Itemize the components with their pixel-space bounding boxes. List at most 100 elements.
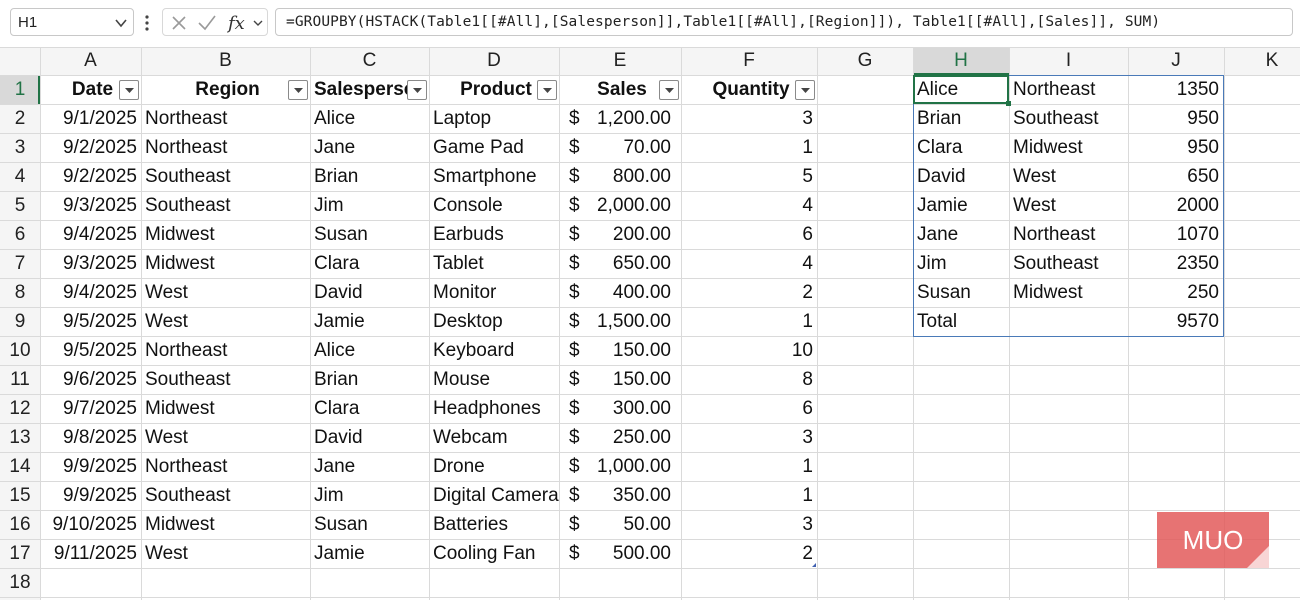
salesperson-cell[interactable]: David xyxy=(310,278,429,307)
sales-cell[interactable]: 500.00 xyxy=(559,539,681,568)
row-header-16[interactable]: 16 xyxy=(0,510,40,539)
date-cell[interactable]: 9/5/2025 xyxy=(40,307,141,336)
product-cell[interactable]: Drone xyxy=(429,452,561,481)
row-header-18[interactable]: 18 xyxy=(0,568,40,597)
row-header-12[interactable]: 12 xyxy=(0,394,40,423)
salesperson-cell[interactable]: Alice xyxy=(310,104,429,133)
salesperson-cell[interactable]: Alice xyxy=(310,336,429,365)
product-cell[interactable]: Earbuds xyxy=(429,220,561,249)
result-salesperson-cell[interactable]: Jane xyxy=(913,220,1009,249)
date-cell[interactable]: 9/2/2025 xyxy=(40,133,141,162)
row-header-17[interactable]: 17 xyxy=(0,539,40,568)
salesperson-cell[interactable]: Jane xyxy=(310,133,429,162)
row-header-15[interactable]: 15 xyxy=(0,481,40,510)
date-cell[interactable]: 9/4/2025 xyxy=(40,220,141,249)
date-cell[interactable]: 9/3/2025 xyxy=(40,249,141,278)
result-region-cell[interactable] xyxy=(1009,307,1128,336)
row-header-14[interactable]: 14 xyxy=(0,452,40,481)
date-cell[interactable]: 9/7/2025 xyxy=(40,394,141,423)
region-cell[interactable]: Northeast xyxy=(141,104,310,133)
result-salesperson-cell[interactable]: Total xyxy=(913,307,1009,336)
date-cell[interactable]: 9/2/2025 xyxy=(40,162,141,191)
quantity-cell[interactable]: 3 xyxy=(681,104,817,133)
result-sum-cell[interactable]: 950 xyxy=(1128,104,1224,133)
date-cell[interactable]: 9/9/2025 xyxy=(40,452,141,481)
quantity-cell[interactable]: 1 xyxy=(681,307,817,336)
result-region-cell[interactable]: Northeast xyxy=(1009,75,1128,104)
quantity-cell[interactable]: 6 xyxy=(681,220,817,249)
result-salesperson-cell[interactable]: Brian xyxy=(913,104,1009,133)
column-header-i[interactable]: I xyxy=(1009,47,1128,74)
result-sum-cell[interactable]: 250 xyxy=(1128,278,1224,307)
salesperson-cell[interactable]: Susan xyxy=(310,510,429,539)
result-salesperson-cell[interactable]: Clara xyxy=(913,133,1009,162)
result-region-cell[interactable]: Northeast xyxy=(1009,220,1128,249)
quantity-cell[interactable]: 10 xyxy=(681,336,817,365)
sales-cell[interactable]: 2,000.00 xyxy=(559,191,681,220)
salesperson-cell[interactable]: Clara xyxy=(310,394,429,423)
date-cell[interactable]: 9/1/2025 xyxy=(40,104,141,133)
sales-cell[interactable]: 200.00 xyxy=(559,220,681,249)
product-cell[interactable]: Laptop xyxy=(429,104,561,133)
column-header-j[interactable]: J xyxy=(1128,47,1224,74)
table-header-region[interactable]: Region xyxy=(141,75,310,104)
quantity-cell[interactable]: 8 xyxy=(681,365,817,394)
date-cell[interactable]: 9/3/2025 xyxy=(40,191,141,220)
row-header-13[interactable]: 13 xyxy=(0,423,40,452)
row-header-10[interactable]: 10 xyxy=(0,336,40,365)
quantity-cell[interactable]: 3 xyxy=(681,423,817,452)
quantity-cell[interactable]: 1 xyxy=(681,452,817,481)
result-sum-cell[interactable]: 9570 xyxy=(1128,307,1224,336)
result-sum-cell[interactable]: 650 xyxy=(1128,162,1224,191)
quantity-cell[interactable]: 2 xyxy=(681,278,817,307)
salesperson-cell[interactable]: Jim xyxy=(310,191,429,220)
result-sum-cell[interactable]: 2350 xyxy=(1128,249,1224,278)
sales-cell[interactable]: 650.00 xyxy=(559,249,681,278)
sales-cell[interactable]: 250.00 xyxy=(559,423,681,452)
filter-dropdown-button[interactable] xyxy=(659,80,679,100)
product-cell[interactable]: Tablet xyxy=(429,249,561,278)
quantity-cell[interactable]: 1 xyxy=(681,481,817,510)
region-cell[interactable]: West xyxy=(141,278,310,307)
result-region-cell[interactable]: West xyxy=(1009,191,1128,220)
result-region-cell[interactable]: Midwest xyxy=(1009,133,1128,162)
sales-cell[interactable]: 300.00 xyxy=(559,394,681,423)
salesperson-cell[interactable]: Jane xyxy=(310,452,429,481)
product-cell[interactable]: Mouse xyxy=(429,365,561,394)
quantity-cell[interactable]: 4 xyxy=(681,191,817,220)
date-cell[interactable]: 9/11/2025 xyxy=(40,539,141,568)
sales-cell[interactable]: 50.00 xyxy=(559,510,681,539)
filter-dropdown-button[interactable] xyxy=(288,80,308,100)
row-header-11[interactable]: 11 xyxy=(0,365,40,394)
row-header-9[interactable]: 9 xyxy=(0,307,40,336)
date-cell[interactable]: 9/10/2025 xyxy=(40,510,141,539)
column-header-k[interactable]: K xyxy=(1224,47,1300,74)
quantity-cell[interactable]: 3 xyxy=(681,510,817,539)
row-header-3[interactable]: 3 xyxy=(0,133,40,162)
quantity-cell[interactable]: 5 xyxy=(681,162,817,191)
quantity-cell[interactable]: 2 xyxy=(681,539,817,568)
table-header-salesperson[interactable]: Salesperson xyxy=(310,75,409,104)
sales-cell[interactable]: 1,200.00 xyxy=(559,104,681,133)
result-salesperson-cell[interactable]: Susan xyxy=(913,278,1009,307)
region-cell[interactable]: Southeast xyxy=(141,365,310,394)
column-header-b[interactable]: B xyxy=(141,47,310,74)
sales-cell[interactable]: 1,500.00 xyxy=(559,307,681,336)
product-cell[interactable]: Headphones xyxy=(429,394,561,423)
product-cell[interactable]: Batteries xyxy=(429,510,561,539)
salesperson-cell[interactable]: Susan xyxy=(310,220,429,249)
row-header-5[interactable]: 5 xyxy=(0,191,40,220)
salesperson-cell[interactable]: David xyxy=(310,423,429,452)
date-cell[interactable]: 9/4/2025 xyxy=(40,278,141,307)
salesperson-cell[interactable]: Jamie xyxy=(310,307,429,336)
column-header-c[interactable]: C xyxy=(310,47,429,74)
region-cell[interactable]: Midwest xyxy=(141,510,310,539)
product-cell[interactable]: Monitor xyxy=(429,278,561,307)
row-header-8[interactable]: 8 xyxy=(0,278,40,307)
product-cell[interactable]: Smartphone xyxy=(429,162,561,191)
column-header-d[interactable]: D xyxy=(429,47,559,74)
result-region-cell[interactable]: Southeast xyxy=(1009,249,1128,278)
result-salesperson-cell[interactable]: Jamie xyxy=(913,191,1009,220)
result-sum-cell[interactable]: 1070 xyxy=(1128,220,1224,249)
region-cell[interactable]: Southeast xyxy=(141,162,310,191)
